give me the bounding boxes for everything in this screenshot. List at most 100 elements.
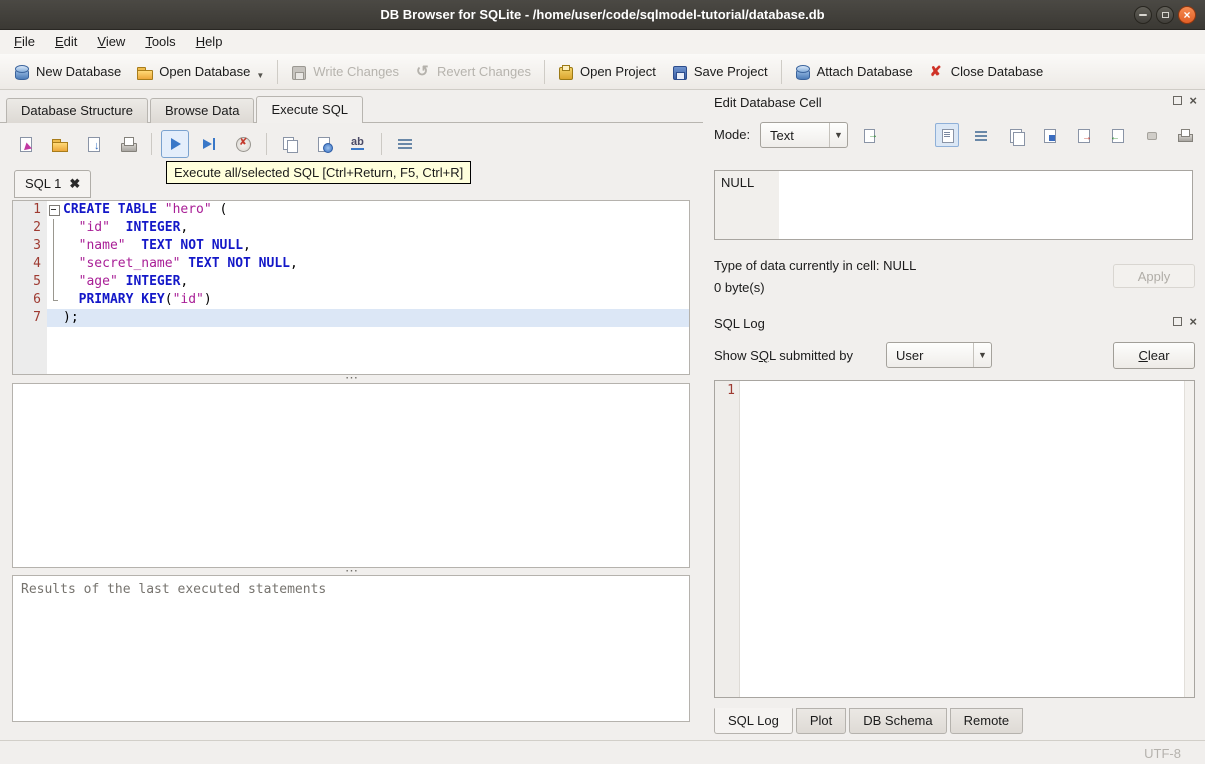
clear-button[interactable]: Clear xyxy=(1113,342,1195,369)
float-icon[interactable] xyxy=(1173,96,1183,105)
import-from-file-button[interactable] xyxy=(858,123,882,147)
editor-line-3: 3 "name" TEXT NOT NULL, xyxy=(13,237,689,255)
sql-file-tab-bar: SQL 1 ✖ xyxy=(14,170,92,198)
log-scrollbar[interactable] xyxy=(1184,381,1194,697)
cell-value-strip: NULL xyxy=(715,171,779,239)
set-null-icon xyxy=(1143,127,1159,143)
print-sql-button[interactable] xyxy=(114,130,142,158)
line-number: 4 xyxy=(13,255,47,273)
execute-all-button[interactable] xyxy=(161,130,189,158)
word-wrap-button[interactable] xyxy=(391,130,419,158)
code-text: PRIMARY KEY("id") xyxy=(78,292,212,307)
fold-column xyxy=(47,237,61,255)
import-data-button[interactable] xyxy=(1105,123,1129,147)
attach-db-icon xyxy=(795,64,811,80)
main-tab-bar: Database Structure Browse Data Execute SQL xyxy=(0,96,703,123)
close-icon[interactable]: × xyxy=(1189,94,1197,107)
database-file-button[interactable] xyxy=(310,130,338,158)
chevron-down-icon: ▼ xyxy=(829,123,847,147)
results-message-area: Results of the last executed statements xyxy=(12,575,690,722)
text-document-button[interactable] xyxy=(935,123,959,147)
save-results-button[interactable] xyxy=(276,130,304,158)
code-text: "secret_name" TEXT NOT NULL, xyxy=(78,256,298,271)
save-button[interactable] xyxy=(1037,123,1061,147)
import-from-file-icon xyxy=(862,127,878,143)
fold-column xyxy=(47,255,61,273)
write-changes-icon xyxy=(291,64,307,80)
sql-log-area[interactable]: 1 xyxy=(714,380,1195,698)
log-filter-select[interactable]: User ▼ xyxy=(886,342,992,368)
maximize-button[interactable] xyxy=(1156,6,1174,24)
set-null-button[interactable] xyxy=(1139,123,1163,147)
fold-column xyxy=(47,273,61,291)
float-icon[interactable] xyxy=(1173,317,1183,326)
dock-tab-db-schema[interactable]: DB Schema xyxy=(849,708,947,734)
log-gutter: 1 xyxy=(715,381,740,697)
editor-line-5: 5 "age" INTEGER, xyxy=(13,273,689,291)
export-data-icon xyxy=(1075,127,1092,143)
close-button[interactable]: × xyxy=(1178,6,1196,24)
dock-icon-group: × xyxy=(1173,94,1197,107)
execute-line-button[interactable] xyxy=(195,130,223,158)
dock-tab-bar: SQL Log Plot DB Schema Remote xyxy=(714,708,1024,734)
close-tab-icon[interactable]: ✖ xyxy=(69,177,80,190)
menu-file[interactable]: File xyxy=(4,30,45,54)
tab-database-structure[interactable]: Database Structure xyxy=(6,98,149,123)
title-bar[interactable]: DB Browser for SQLite - /home/user/code/… xyxy=(0,0,1205,30)
tab-browse-data[interactable]: Browse Data xyxy=(150,98,255,123)
copy-icon xyxy=(1007,127,1025,146)
attach-database-button[interactable]: Attach Database xyxy=(787,59,921,85)
mode-select[interactable]: Text ▼ xyxy=(760,122,848,148)
cell-toolbar xyxy=(935,123,1197,147)
sql-editor[interactable]: 1 CREATE TABLE "hero" (2 "id" INTEGER, 3 "… xyxy=(12,200,690,375)
tab-execute-sql[interactable]: Execute SQL xyxy=(256,96,364,123)
new-tab-button[interactable] xyxy=(12,130,40,158)
dock-tab-sql-log[interactable]: SQL Log xyxy=(714,708,793,734)
menu-help[interactable]: Help xyxy=(186,30,233,54)
main-toolbar: New Database Open Database ▼ Write Changes R… xyxy=(0,54,1205,90)
cell-editor[interactable]: NULL xyxy=(714,170,1193,240)
format-text-button[interactable] xyxy=(344,130,372,158)
close-icon[interactable]: × xyxy=(1189,315,1197,328)
save-sql-file-button[interactable] xyxy=(80,130,108,158)
menu-view[interactable]: View xyxy=(87,30,135,54)
sql-tab-label: SQL 1 xyxy=(25,176,62,191)
code-text: "age" INTEGER, xyxy=(78,274,189,289)
open-project-button[interactable]: Open Project xyxy=(550,59,664,85)
results-grid[interactable] xyxy=(12,383,690,568)
editor-line-2: 2 "id" INTEGER, xyxy=(13,219,689,237)
code-text: CREATE TABLE "hero" ( xyxy=(63,202,228,217)
line-number: 5 xyxy=(13,273,47,291)
menu-edit[interactable]: Edit xyxy=(45,30,87,54)
horizontal-splitter-grip[interactable]: ⋯ xyxy=(0,371,703,384)
sql-file-tab[interactable]: SQL 1 ✖ xyxy=(14,170,92,198)
code-text: "id" INTEGER, xyxy=(78,220,189,235)
copy-button[interactable] xyxy=(1003,123,1027,147)
open-sql-file-button[interactable] xyxy=(46,130,74,158)
fold-marker-icon[interactable] xyxy=(47,201,61,219)
open-database-button[interactable]: Open Database ▼ xyxy=(129,59,272,85)
execute-sql-pane: Database Structure Browse Data Execute SQL… xyxy=(0,90,703,740)
format-text-icon xyxy=(349,135,367,153)
save-project-button[interactable]: Save Project xyxy=(664,59,776,85)
toolbar-separator xyxy=(266,133,267,155)
toolbar-button-label: Attach Database xyxy=(816,64,913,79)
execute-line-icon xyxy=(200,135,218,153)
print-button[interactable] xyxy=(1173,123,1197,147)
cell-value: NULL xyxy=(721,175,755,190)
toolbar-button-label: Open Database xyxy=(159,64,251,79)
dock-tab-plot[interactable]: Plot xyxy=(795,708,847,734)
text-document-icon xyxy=(939,127,955,143)
new-database-button[interactable]: New Database xyxy=(6,59,129,85)
dropdown-caret-icon: ▼ xyxy=(256,70,265,80)
align-lines-button[interactable] xyxy=(969,123,993,147)
stop-execution-button[interactable] xyxy=(229,130,257,158)
menu-tools[interactable]: Tools xyxy=(135,30,185,54)
minimize-button[interactable] xyxy=(1134,6,1152,24)
edit-cell-title: Edit Database Cell xyxy=(714,95,822,110)
dock-icon-group: × xyxy=(1173,315,1197,328)
export-data-button[interactable] xyxy=(1071,123,1095,147)
close-database-button[interactable]: Close Database xyxy=(921,59,1052,85)
dock-tab-remote[interactable]: Remote xyxy=(949,708,1024,734)
close-db-icon xyxy=(929,63,945,80)
